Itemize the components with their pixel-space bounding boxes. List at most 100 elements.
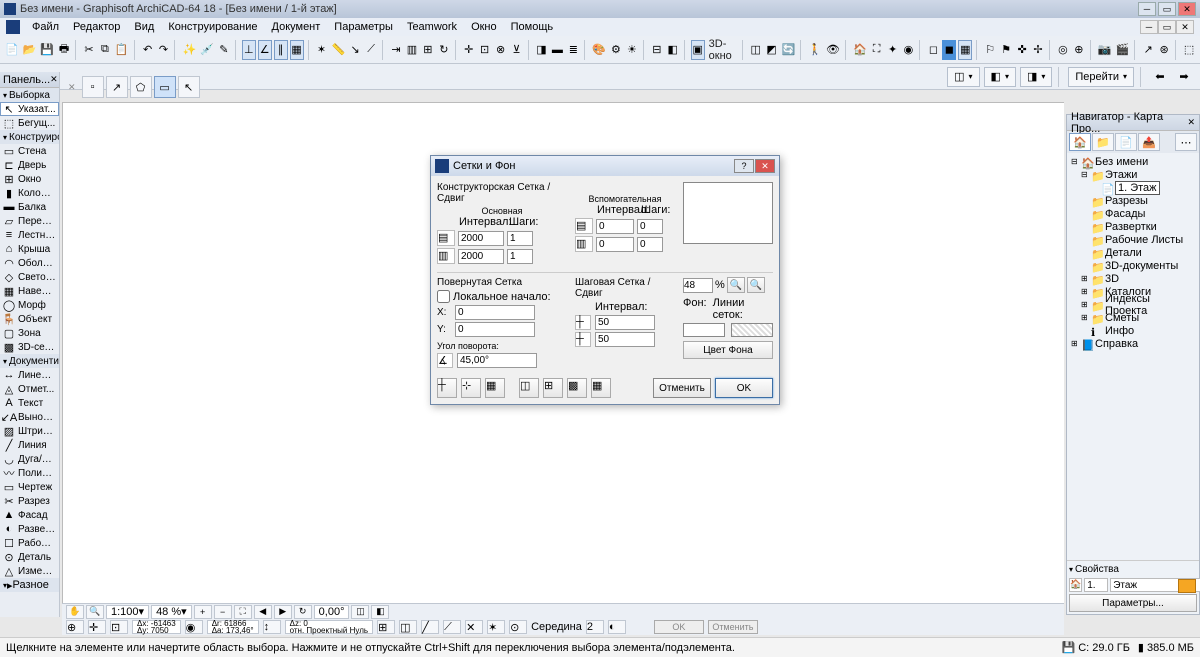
bg-color-swatch[interactable] [683,323,725,337]
tool-c-icon[interactable]: ✜ [1015,40,1029,60]
intersect-icon[interactable]: ⊗ [494,40,508,60]
trim-icon[interactable]: ⟋ [364,40,378,60]
preview-zoom-field[interactable] [683,278,713,293]
zoom-fit-icon[interactable]: ⛶ [234,605,252,619]
local-origin-checkbox[interactable] [437,290,450,303]
toolbox-cat-selection[interactable]: Выборка [0,88,59,102]
grid-opt3-icon[interactable]: ▩ [567,378,587,398]
orbit-icon[interactable]: 🔄 [781,40,797,60]
menu-file[interactable]: Файл [26,20,65,34]
tool-slab[interactable]: ▱Перекр... [0,214,59,228]
tool-arrow[interactable]: ↖Указат... [0,102,59,116]
measure-icon[interactable]: ↘ [348,40,362,60]
grid-opt2-icon[interactable]: ⊞ [543,378,563,398]
snap-perpendicular-icon[interactable]: ⊥ [242,40,256,60]
magic-wand-icon[interactable]: ✨ [181,40,197,60]
geom-rotate-icon[interactable]: ↖ [178,76,200,98]
tool-b-icon[interactable]: ⚑ [999,40,1013,60]
main-steps-y[interactable] [507,249,533,264]
tool-detail[interactable]: ⊙Деталь [0,550,59,564]
tool-curtain[interactable]: ▦Навесн... [0,284,59,298]
array-icon[interactable]: ⊞ [421,40,435,60]
back-icon[interactable]: ⬅ [1150,67,1170,87]
dialog-cancel-button[interactable]: Отменить [653,378,711,398]
grid-opt4-icon[interactable]: ▦ [591,378,611,398]
geom-single-icon[interactable]: ▫ [82,76,104,98]
scale-dropdown[interactable]: 1:100 ▾ [106,605,149,619]
tool-arc[interactable]: ◡Дуга/О... [0,452,59,466]
tool-wall[interactable]: ▭Стена [0,144,59,158]
rotation-angle-field[interactable] [457,353,537,368]
eyedropper-icon[interactable]: 💉 [199,40,215,60]
zoom-out-icon[interactable]: − [214,605,232,619]
tool-text[interactable]: AТекст [0,396,59,410]
save-icon[interactable]: 💾 [39,40,55,60]
main-interval-x[interactable] [458,231,504,246]
edit-plane-icon[interactable]: ◨ [534,40,548,60]
tool-section[interactable]: ✂Разрез [0,494,59,508]
copy-icon[interactable]: ⧉ [98,40,112,60]
print-icon[interactable]: 🖶 [57,40,71,60]
snap-interval-x[interactable] [595,315,655,330]
forward-icon[interactable]: ➡ [1174,67,1194,87]
main-interval-y[interactable] [458,249,504,264]
palette-icon[interactable]: 🎨 [591,40,607,60]
mini-close-icon[interactable]: ✕ [68,82,76,93]
parameters-button[interactable]: Параметры... [1069,594,1197,612]
gear-icon[interactable]: ⚙ [609,40,623,60]
grid-off-icon[interactable]: ┼ [437,378,457,398]
offset-icon[interactable]: ⇥ [389,40,403,60]
zoom-in-button[interactable]: 🔍 [747,277,765,293]
render-white-icon[interactable]: ◻ [926,40,940,60]
tool-d-icon[interactable]: ✢ [1031,40,1045,60]
menu-edit[interactable]: Редактор [67,20,126,34]
grid-opt1-icon[interactable]: ◫ [519,378,539,398]
adjust-icon[interactable]: ✛ [462,40,476,60]
syringe-icon[interactable]: ✎ [217,40,231,60]
quick-options-icon[interactable] [1178,579,1196,593]
track-opt2-icon[interactable]: ◫ [399,620,417,634]
3d-window-icon[interactable]: ▣ [691,40,705,60]
tool-mesh[interactable]: ▩3D-сетка [0,340,59,354]
tool-stair[interactable]: ≡Лестница [0,228,59,242]
maximize-button[interactable]: ▭ [1158,2,1176,16]
track-opt4-icon[interactable]: ⟋ [443,620,461,634]
doc-minimize-button[interactable]: ─ [1140,20,1158,34]
view-opt1-icon[interactable]: ◫ [351,605,369,619]
angle-field[interactable]: 0,00° [314,605,350,619]
track-opt6-icon[interactable]: ✶ [487,620,505,634]
section-icon[interactable]: ▬ [550,40,564,60]
fit-icon[interactable]: ⛶ [870,40,884,60]
toolbox-cat-design[interactable]: Конструиро [0,130,59,144]
toolbox-close-icon[interactable]: ✕ [50,74,58,85]
walk-icon[interactable]: 🚶 [807,40,823,60]
share-icon[interactable]: ↗ [1141,40,1155,60]
tool-drawing[interactable]: ▭Чертеж [0,480,59,494]
nav-tab-publisher[interactable]: 📤 [1138,133,1160,151]
close-button[interactable]: ✕ [1178,2,1196,16]
tool-skylight[interactable]: ◇Светов... [0,270,59,284]
new-icon[interactable]: 📄 [4,40,20,60]
track-opt1-icon[interactable]: ⊞ [377,620,395,634]
tool-interior[interactable]: ◐Развер... [0,522,59,536]
navigator-close-icon[interactable]: ✕ [1187,117,1195,128]
snap-grid-icon[interactable]: ▦ [290,40,304,60]
zoom-next-icon[interactable]: ▶ [274,605,292,619]
dialog-help-button[interactable]: ? [734,159,754,173]
nav-tab-view[interactable]: 📁 [1092,133,1114,151]
tool-object[interactable]: 🪑Объект [0,312,59,326]
xy-icon[interactable]: ✛ [88,620,106,634]
doc-close-button[interactable]: ✕ [1176,20,1194,34]
view-dropdown-2[interactable]: ◧ ▾ [984,67,1016,87]
background-color-button[interactable]: Цвет Фона [683,341,773,359]
geom-arrow-icon[interactable]: ↗ [106,76,128,98]
tool-dim-linear[interactable]: ↔Линейн... [0,368,59,382]
nav-tab-project[interactable]: 🏠 [1069,133,1091,151]
tool-polyline[interactable]: 〰Полили... [0,466,59,480]
tool-worksheet[interactable]: ☐Рабочи... [0,536,59,550]
view-opt2-icon[interactable]: ◧ [371,605,389,619]
snap-parallel-icon[interactable]: ∥ [274,40,288,60]
cut-icon[interactable]: ✂ [82,40,96,60]
tool-level[interactable]: ◬Отмет... [0,382,59,396]
dialog-ok-button[interactable]: OK [715,378,773,398]
